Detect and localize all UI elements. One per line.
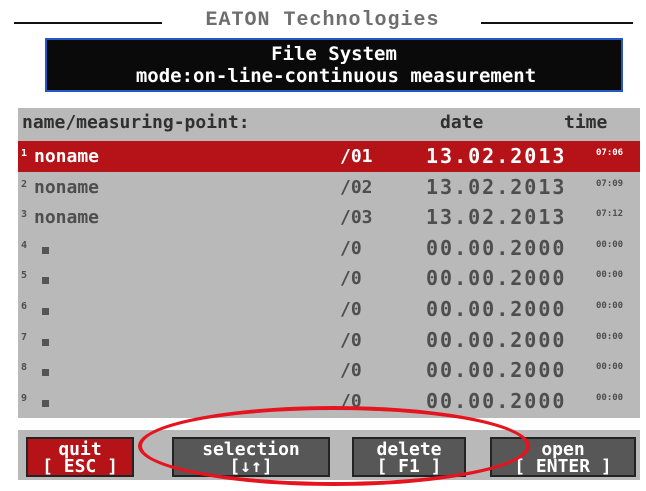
empty-slot-marker [42,338,49,346]
quit-key: [ ESC ] [42,456,118,477]
row-name: noname [34,176,100,198]
table-row[interactable]: 8/0 00.00.2000 00:00 [18,355,640,386]
app-title: EATON Technologies [205,9,440,32]
row-number: 4 [21,239,28,251]
row-measuring-point: /01 [340,146,373,167]
row-measuring-point: /0 [340,268,362,290]
file-list-panel: name/measuring-point: date time 1 noname /… [18,108,640,418]
row-time: 00:00 [596,300,624,311]
empty-slot-marker [42,399,49,407]
row-number: 9 [21,392,28,404]
row-date: 13.02.2013 [426,174,567,199]
open-key: [ ENTER ] [514,456,612,477]
row-number: 8 [21,362,28,374]
column-header: name/measuring-point: date time [18,108,640,138]
function-key-bar: quit [ ESC ] selection [↓↑] delete [ F1 … [18,430,640,480]
column-time-header: time [564,112,608,133]
row-measuring-point: /0 [340,390,362,412]
empty-slot-marker [42,246,49,254]
row-number: 3 [21,209,28,221]
empty-slot-marker [42,369,49,377]
table-row[interactable]: 3 noname/03 13.02.2013 07:12 [18,202,640,233]
table-row[interactable]: 6/0 00.00.2000 00:00 [18,294,640,325]
row-date: 00.00.2000 [426,358,567,383]
file-system-header: File System mode:on-line-continuous meas… [45,38,623,92]
table-row[interactable]: 4/0 00.00.2000 00:00 [18,233,640,264]
row-number: 5 [21,270,28,282]
row-time: 07:06 [596,148,624,158]
selection-button[interactable]: selection [↓↑] [172,437,330,477]
empty-slot-marker [42,277,49,285]
row-measuring-point: /02 [340,176,373,198]
frame-line-right [481,22,633,24]
delete-button[interactable]: delete [ F1 ] [352,437,466,477]
row-measuring-point: /0 [340,360,362,382]
row-time: 07:09 [596,178,624,189]
row-time: 07:12 [596,209,624,220]
row-time: 00:00 [596,270,624,281]
row-time: 00:00 [596,392,624,403]
row-measuring-point: /0 [340,237,362,259]
row-time: 00:00 [596,239,624,250]
quit-button[interactable]: quit [ ESC ] [26,437,134,477]
header-title: File System [271,43,397,65]
file-list: 1 noname/01 13.02.2013 07:06 2 noname/02 13.02… [18,141,640,416]
row-name: noname [34,146,100,167]
row-name: noname [34,207,100,229]
frame-line-left [14,22,162,24]
row-measuring-point: /03 [340,207,373,229]
table-row[interactable]: 9/0 00.00.2000 00:00 [18,386,640,417]
column-name-header: name/measuring-point: [22,112,250,133]
row-date: 00.00.2000 [426,266,567,291]
empty-slot-marker [42,307,49,315]
row-date: 13.02.2013 [426,144,567,168]
open-button[interactable]: open [ ENTER ] [490,437,636,477]
row-date: 00.00.2000 [426,327,567,352]
table-row[interactable]: 1 noname/01 13.02.2013 07:06 [18,141,640,172]
row-number: 2 [21,178,28,190]
table-row[interactable]: 2 noname/02 13.02.2013 07:09 [18,172,640,203]
row-number: 6 [21,300,28,312]
delete-key: [ F1 ] [376,456,442,477]
column-date-header: date [440,112,484,133]
row-number: 1 [21,148,28,159]
row-time: 00:00 [596,362,624,373]
row-number: 7 [21,331,28,343]
table-row[interactable]: 5/0 00.00.2000 00:00 [18,263,640,294]
header-mode: mode:on-line-continuous measurement [135,65,537,87]
row-measuring-point: /0 [340,329,362,351]
selection-key: [↓↑] [229,456,273,477]
row-time: 00:00 [596,331,624,342]
table-row[interactable]: 7/0 00.00.2000 00:00 [18,325,640,356]
row-date: 00.00.2000 [426,388,567,413]
row-date: 13.02.2013 [426,205,567,230]
row-measuring-point: /0 [340,298,362,320]
row-date: 00.00.2000 [426,235,567,260]
row-date: 00.00.2000 [426,296,567,321]
